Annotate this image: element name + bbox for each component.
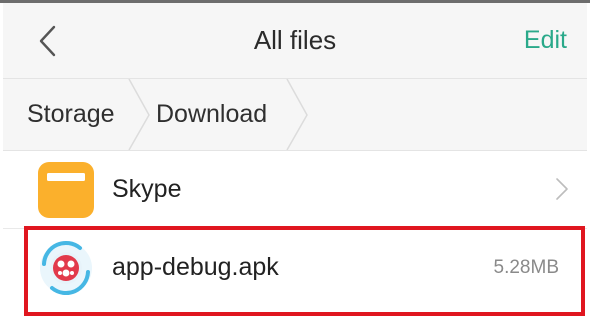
list-item-skype-folder[interactable]: Skype [3,151,587,228]
chevron-right-icon [556,178,568,200]
file-list: Skype app-debug.apk 5.28MB [3,151,587,305]
breadcrumb: Storage Download [3,78,587,151]
list-item-app-debug-apk[interactable]: app-debug.apk 5.28MB [3,228,587,305]
edit-button[interactable]: Edit [524,3,567,78]
header-bar: All files Edit [3,3,587,78]
page-title: All files [253,25,337,55]
chevron-left-icon [39,25,56,57]
folder-icon [38,162,94,218]
breadcrumb-separator-icon [286,79,308,150]
file-name: app-debug.apk [112,253,279,281]
breadcrumb-item-storage[interactable]: Storage [27,79,115,150]
apk-icon [40,240,92,296]
file-manager-screen: All files Edit Storage Download Skype ap… [0,0,590,322]
breadcrumb-item-download[interactable]: Download [156,79,267,150]
file-name: Skype [112,175,182,203]
breadcrumb-separator-icon [128,79,150,150]
back-button[interactable] [25,17,69,65]
file-size: 5.28MB [493,256,559,278]
